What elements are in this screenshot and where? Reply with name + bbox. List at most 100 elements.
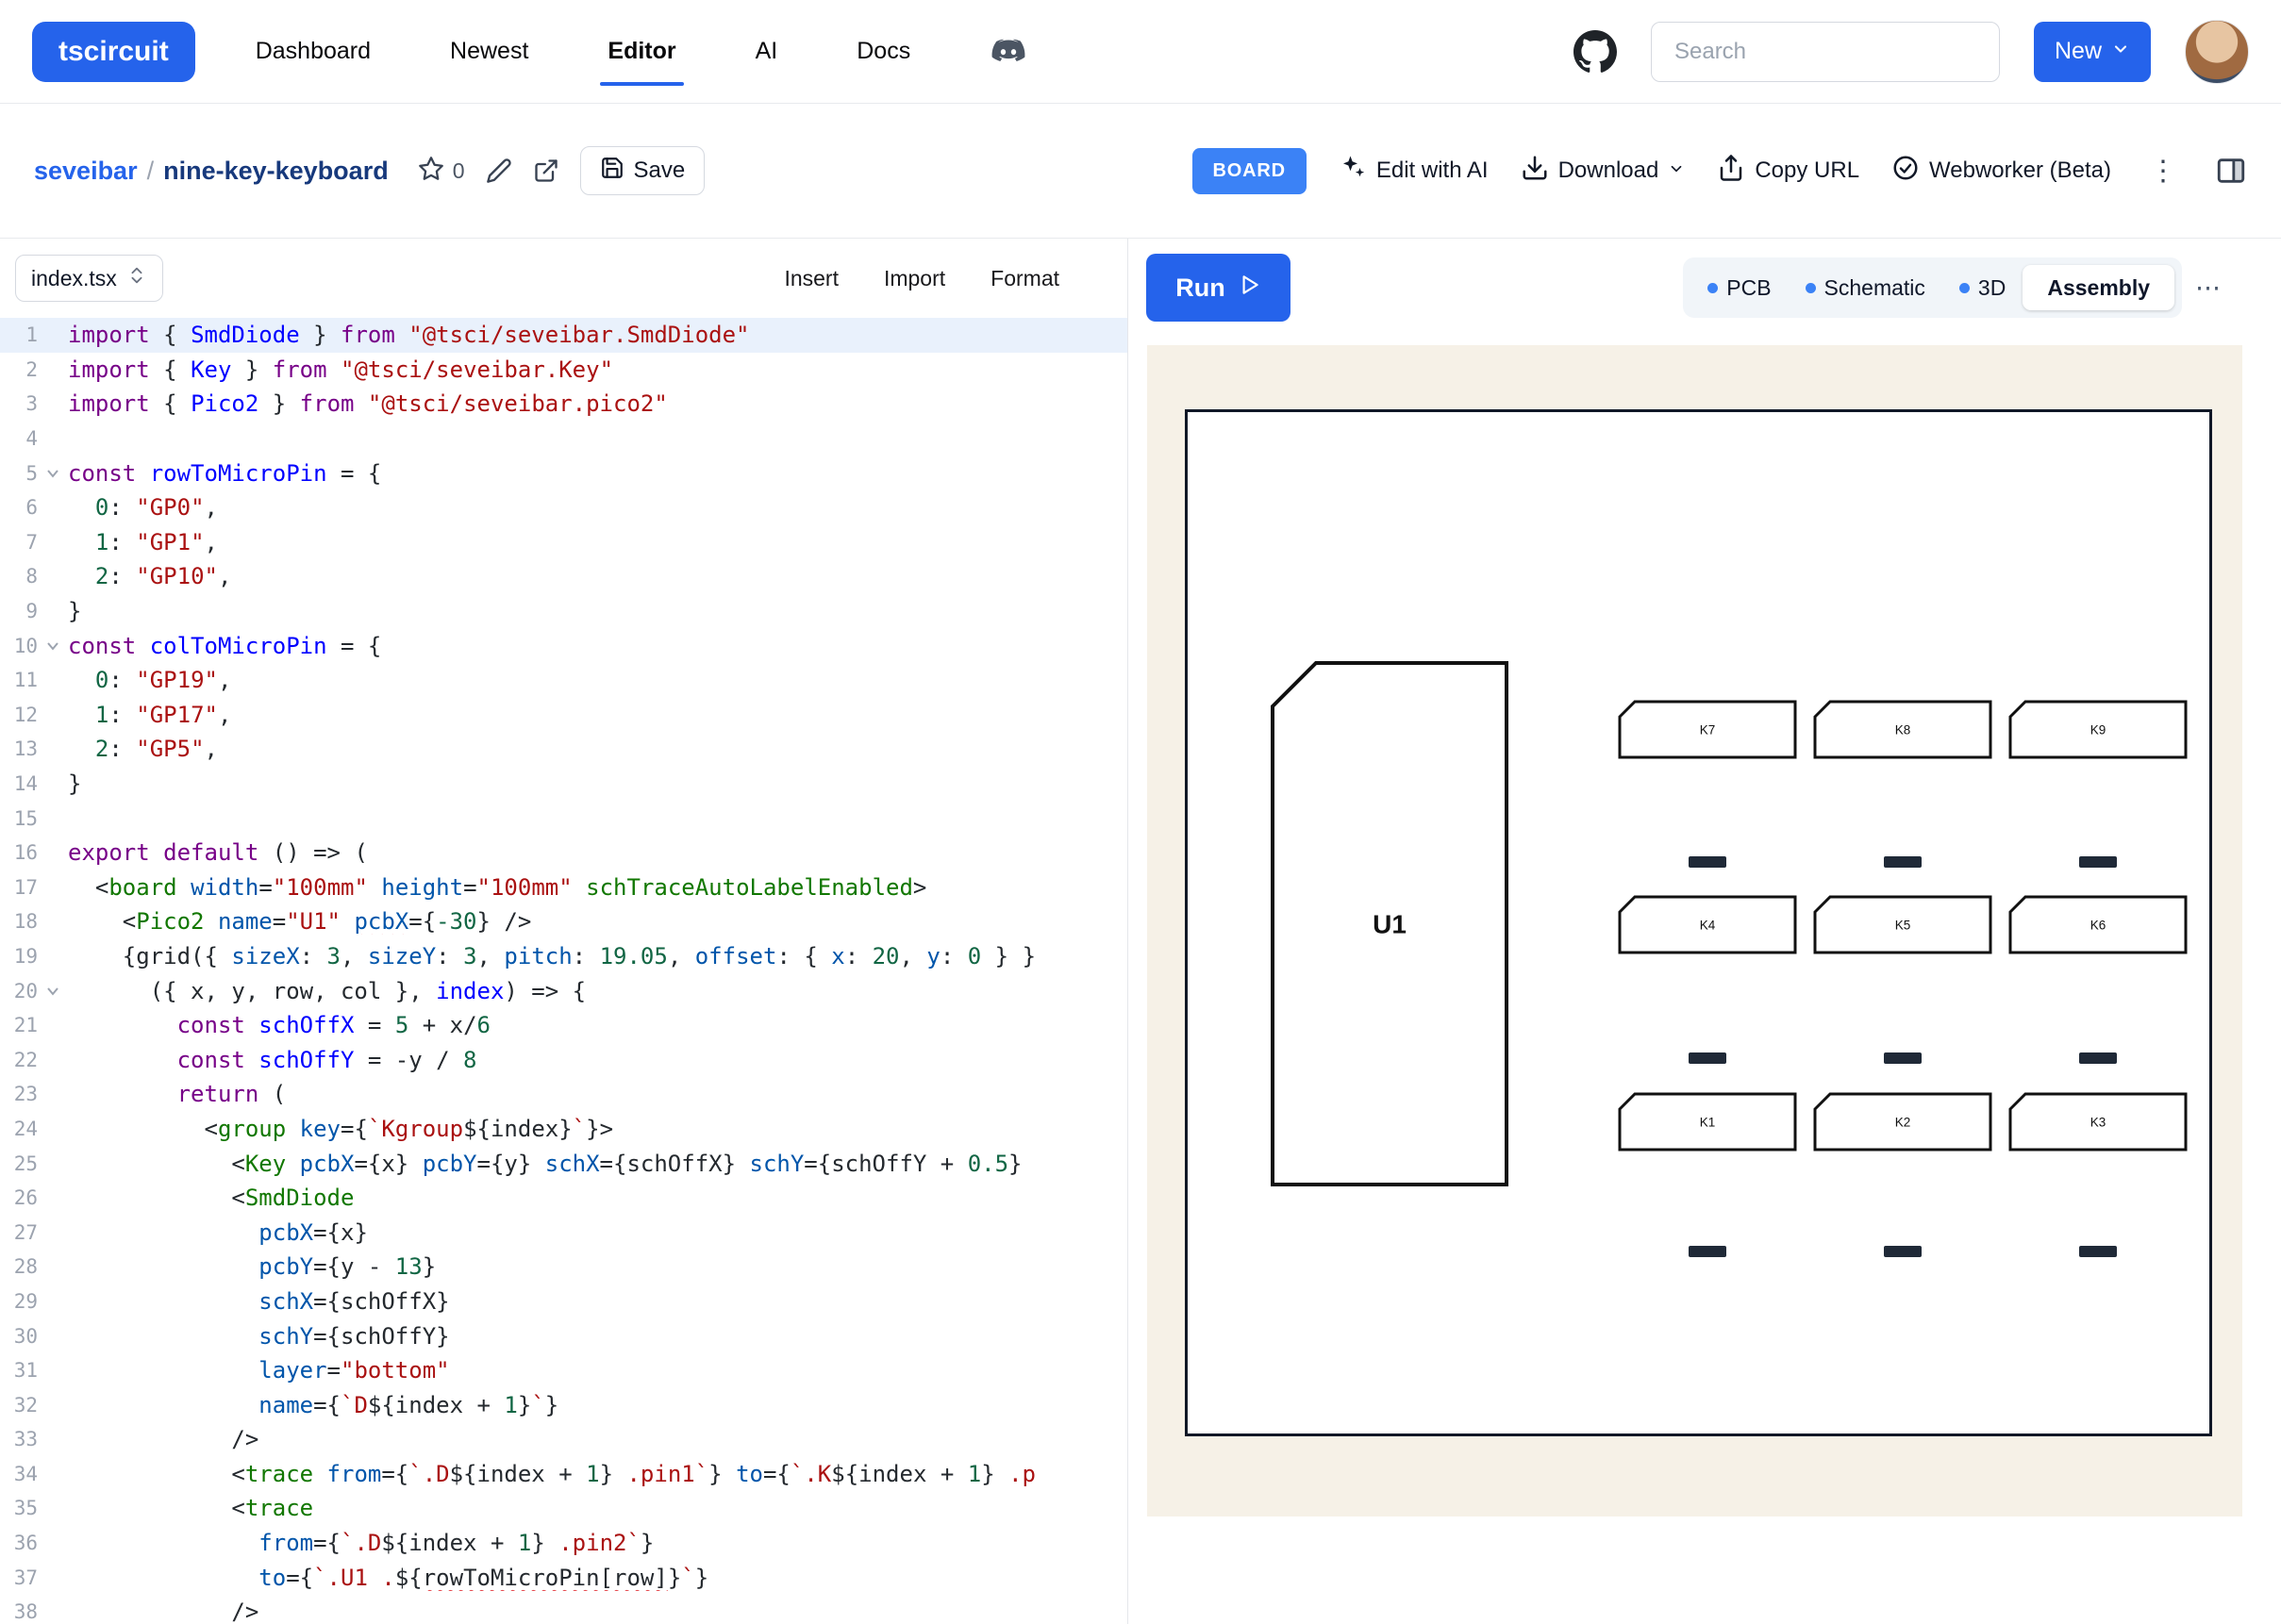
code-line-15: 15 xyxy=(0,801,1127,836)
code-line-3: 3import { Pico2 } from "@tsci/seveibar.p… xyxy=(0,387,1127,422)
download-button[interactable]: Download xyxy=(1521,154,1686,189)
line-number: 13 xyxy=(0,737,38,760)
view-tabs-more-icon[interactable]: ⋯ xyxy=(2182,273,2234,303)
line-number: 31 xyxy=(0,1359,38,1382)
view-tabs: PCBSchematic 3D Assembly xyxy=(1683,257,2182,318)
line-number: 34 xyxy=(0,1463,38,1485)
board-badge[interactable]: BOARD xyxy=(1192,148,1307,194)
line-number: 23 xyxy=(0,1083,38,1105)
code-text: layer="bottom" xyxy=(68,1357,1127,1384)
open-external-icon[interactable] xyxy=(533,157,559,184)
code-text: const colToMicroPin = { xyxy=(68,633,1127,659)
code-text: 0: "GP19", xyxy=(68,667,1127,693)
star-icon xyxy=(417,155,445,188)
edit-with-ai-button[interactable]: Edit with AI xyxy=(1339,154,1489,189)
line-number: 27 xyxy=(0,1221,38,1244)
code-text: <trace from={`.D${index + 1} .pin1`} to=… xyxy=(68,1461,1127,1487)
project-toolbar: seveibar / nine-key-keyboard 0 Save BOAR… xyxy=(0,104,2281,239)
line-number: 30 xyxy=(0,1325,38,1348)
key-label-K4: K4 xyxy=(1700,919,1716,933)
webworker-label: Webworker (Beta) xyxy=(1929,157,2111,184)
view-tab-pcb[interactable]: PCB xyxy=(1690,257,1788,318)
view-tab-label: 3D xyxy=(1978,275,2006,301)
line-number: 16 xyxy=(0,841,38,864)
run-button[interactable]: Run xyxy=(1146,254,1290,322)
code-text: const rowToMicroPin = { xyxy=(68,460,1127,487)
star-count: 0 xyxy=(453,158,465,184)
view-tab-3d[interactable]: 3D xyxy=(1942,257,2023,318)
code-text: <SmdDiode xyxy=(68,1185,1127,1211)
code-line-2: 2import { Key } from "@tsci/seveibar.Key… xyxy=(0,353,1127,388)
discord-icon[interactable] xyxy=(990,33,1027,71)
save-button[interactable]: Save xyxy=(580,146,706,195)
new-button[interactable]: New xyxy=(2034,22,2151,82)
check-circle-icon xyxy=(1891,154,1920,189)
assembly-canvas[interactable]: U1K7K8K9K4K5K6K1K2K3 xyxy=(1147,345,2242,1516)
line-number: 37 xyxy=(0,1566,38,1589)
code-editor-panel: index.tsx Insert Import Format 1import { S… xyxy=(0,239,1128,1624)
fold-chevron-icon[interactable] xyxy=(38,464,68,483)
code-line-30: 30 schY={schOffY} xyxy=(0,1318,1127,1353)
code-line-19: 19 {grid({ sizeX: 3, sizeY: 3, pitch: 19… xyxy=(0,939,1127,974)
chevron-down-icon xyxy=(1668,157,1685,184)
diode xyxy=(1689,856,1726,868)
code-text: {grid({ sizeX: 3, sizeY: 3, pitch: 19.05… xyxy=(68,943,1127,969)
star-button[interactable]: 0 xyxy=(417,155,465,188)
fold-chevron-icon[interactable] xyxy=(38,637,68,655)
line-number: 6 xyxy=(0,496,38,519)
rename-pencil-icon[interactable] xyxy=(486,157,512,184)
line-number: 29 xyxy=(0,1290,38,1313)
code-text: <trace xyxy=(68,1495,1127,1521)
search-input[interactable] xyxy=(1651,22,2000,82)
code-text: const schOffY = -y / 8 xyxy=(68,1047,1127,1073)
copy-url-label: Copy URL xyxy=(1755,157,1859,184)
editor-tabbar: index.tsx Insert Import Format xyxy=(0,239,1127,318)
status-dot xyxy=(1806,283,1816,293)
chevron-down-icon xyxy=(2111,38,2130,65)
code-text: 2: "GP10", xyxy=(68,563,1127,589)
view-tab-schematic[interactable]: Schematic xyxy=(1789,257,1942,318)
line-number: 25 xyxy=(0,1152,38,1175)
github-icon[interactable] xyxy=(1573,30,1617,74)
code-text: <board width="100mm" height="100mm" schT… xyxy=(68,874,1127,901)
line-number: 36 xyxy=(0,1532,38,1554)
editor-menu-import[interactable]: Import xyxy=(884,266,945,291)
line-number: 21 xyxy=(0,1014,38,1036)
editor-menu-insert[interactable]: Insert xyxy=(784,266,839,291)
nav-item-docs[interactable]: Docs xyxy=(857,0,910,103)
code-editor[interactable]: 1import { SmdDiode } from "@tsci/seveiba… xyxy=(0,318,1127,1624)
key-label-K8: K8 xyxy=(1895,723,1911,737)
editor-menu-format[interactable]: Format xyxy=(991,266,1059,291)
code-line-20: 20 ({ x, y, row, col }, index) => { xyxy=(0,973,1127,1008)
line-number: 19 xyxy=(0,945,38,968)
user-avatar[interactable] xyxy=(2185,20,2249,84)
view-tab-assembly[interactable]: Assembly xyxy=(2023,265,2174,310)
copy-url-button[interactable]: Copy URL xyxy=(1717,154,1859,189)
code-line-8: 8 2: "GP10", xyxy=(0,559,1127,594)
more-options-kebab-icon[interactable]: ⋮ xyxy=(2143,155,2183,188)
nav-item-newest[interactable]: Newest xyxy=(450,0,528,103)
code-text: import { Key } from "@tsci/seveibar.Key" xyxy=(68,356,1127,383)
tscircuit-logo[interactable]: tscircuit xyxy=(32,22,195,82)
nav-item-editor[interactable]: Editor xyxy=(608,0,675,103)
breadcrumb-owner[interactable]: seveibar xyxy=(34,157,138,186)
toggle-panel-icon[interactable] xyxy=(2215,155,2247,187)
webworker-button[interactable]: Webworker (Beta) xyxy=(1891,154,2111,189)
code-line-35: 35 <trace xyxy=(0,1491,1127,1526)
key-label-K9: K9 xyxy=(2090,723,2106,737)
nav-item-dashboard[interactable]: Dashboard xyxy=(256,0,371,103)
editor-menu: Insert Import Format xyxy=(784,266,1059,291)
code-line-5: 5const rowToMicroPin = { xyxy=(0,456,1127,490)
breadcrumb-project-name[interactable]: nine-key-keyboard xyxy=(163,157,389,186)
code-text: pcbY={y - 13} xyxy=(68,1253,1127,1280)
fold-chevron-icon[interactable] xyxy=(38,982,68,1001)
file-tab-selector[interactable]: index.tsx xyxy=(15,255,163,302)
line-number: 14 xyxy=(0,772,38,795)
code-line-36: 36 from={`.D${index + 1} .pin2`} xyxy=(0,1526,1127,1561)
line-number: 33 xyxy=(0,1428,38,1450)
chevron-up-down-icon xyxy=(126,265,147,291)
code-line-10: 10const colToMicroPin = { xyxy=(0,628,1127,663)
nav-item-ai[interactable]: AI xyxy=(756,0,778,103)
view-tab-label: Assembly xyxy=(2047,275,2150,301)
diode xyxy=(1689,1246,1726,1257)
